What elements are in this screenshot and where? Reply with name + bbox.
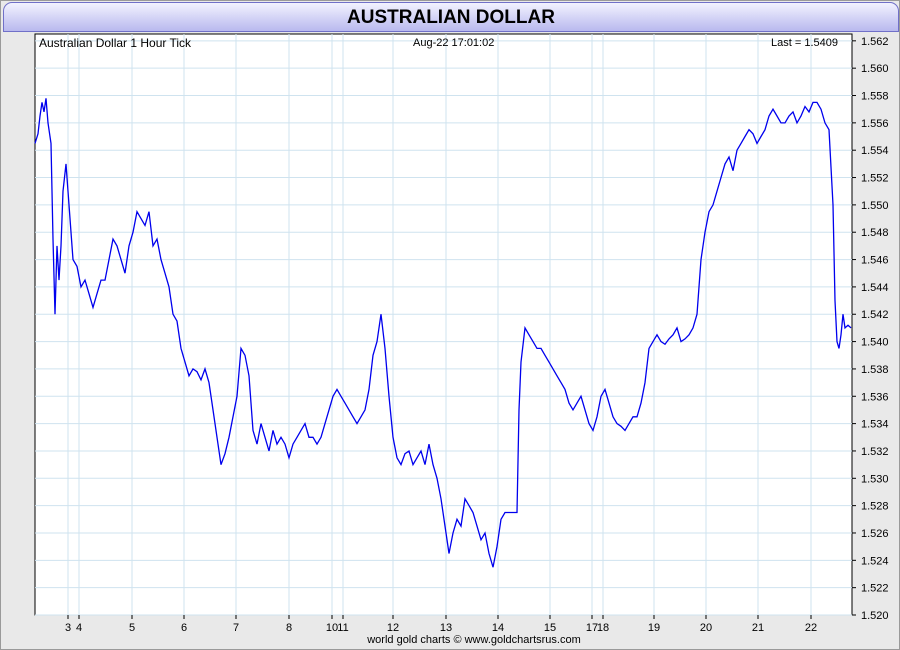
x-tick-label: 22 <box>805 622 817 634</box>
y-tick-label: 1.534 <box>861 419 889 431</box>
y-tick-label: 1.556 <box>861 118 889 130</box>
y-tick-label: 1.548 <box>861 227 889 239</box>
x-tick-label: 15 <box>544 622 556 634</box>
y-tick-label: 1.542 <box>861 309 889 321</box>
y-tick-label: 1.526 <box>861 528 889 540</box>
x-tick-label: 18 <box>597 622 609 634</box>
y-tick-label: 1.540 <box>861 337 889 349</box>
plot-area <box>34 33 853 616</box>
x-tick-label: 21 <box>752 622 764 634</box>
x-tick-label: 20 <box>700 622 712 634</box>
y-tick-label: 1.522 <box>861 583 889 595</box>
x-axis: 3 4 5 6 7 8 10 11 12 13 14 15 1718 19 20 21 22 <box>65 615 817 634</box>
x-tick-label: 5 <box>129 622 135 634</box>
y-tick-label: 1.552 <box>861 173 889 185</box>
y-tick-label: 1.528 <box>861 501 889 513</box>
timestamp: Aug-22 17:01:02 <box>413 37 494 49</box>
x-tick-label: 7 <box>233 622 239 634</box>
y-tick-label: 1.558 <box>861 91 889 103</box>
y-tick-label: 1.550 <box>861 200 889 212</box>
x-tick-label: 6 <box>181 622 187 634</box>
x-tick-label: 10 <box>326 622 338 634</box>
y-tick-label: 1.532 <box>861 446 889 458</box>
chart: 3 4 5 6 7 8 10 11 12 13 14 15 1718 19 20 21 22 1.5201.52… <box>34 33 889 646</box>
series-label: Australian Dollar 1 Hour Tick <box>39 36 192 50</box>
y-tick-label: 1.562 <box>861 36 889 48</box>
y-axis: 1.520 1.522 1.524 1.526 1.528 1.530 1.532 1.534… <box>852 36 889 622</box>
x-tick-label: 12 <box>387 622 399 634</box>
x-tick-label: 4 <box>76 622 82 634</box>
y-tick-label: 1.538 <box>861 364 889 376</box>
x-tick-label: 13 <box>440 622 452 634</box>
x-tick-label: 3 <box>65 622 71 634</box>
y-tick-label: 1.560 <box>861 63 889 75</box>
footer-credit: world gold charts © www.goldchartsrus.co… <box>366 634 581 646</box>
y-tick-label: 1.544 <box>861 282 889 294</box>
y-tick-label: 1.546 <box>861 255 889 267</box>
y-tick-label: 1.524 <box>861 555 889 567</box>
x-tick-label: 19 <box>648 622 660 634</box>
x-tick-label: 8 <box>286 622 292 634</box>
y-tick-label: 1.530 <box>861 473 889 485</box>
x-tick-label: 14 <box>492 622 504 634</box>
y-tick-label: 1.520 <box>861 610 889 622</box>
y-tick-label: 1.554 <box>861 145 889 157</box>
y-tick-label: 1.536 <box>861 391 889 403</box>
last-value: Last = 1.5409 <box>771 37 838 49</box>
x-tick-label: 11 <box>337 622 348 634</box>
